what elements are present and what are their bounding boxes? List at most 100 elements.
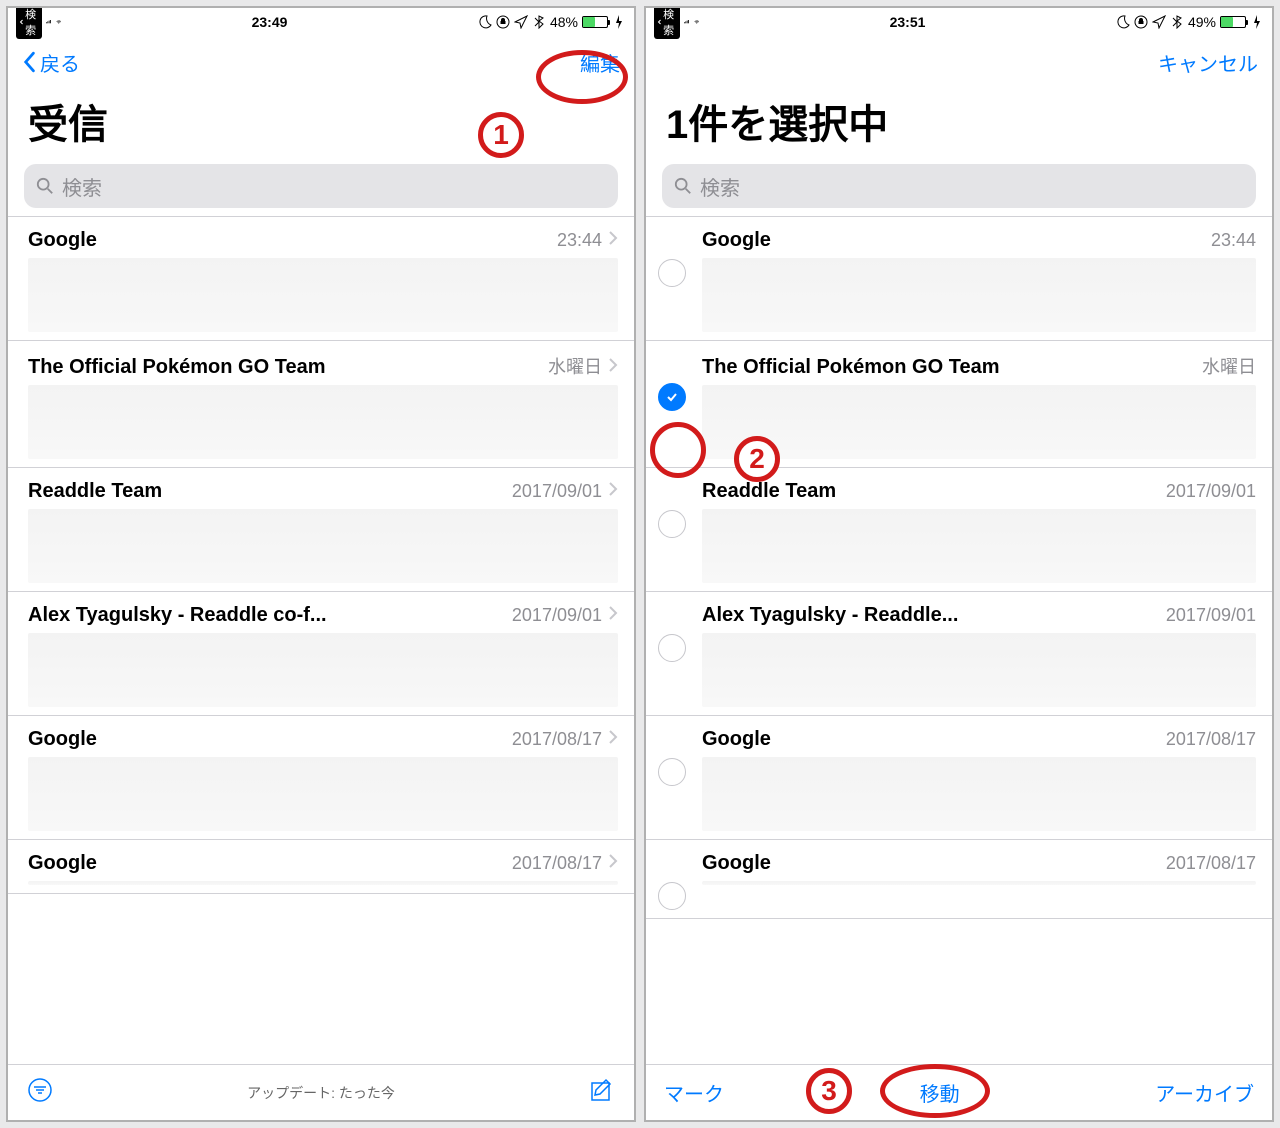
nav-bar: キャンセル <box>646 36 1272 88</box>
move-button[interactable]: 移動 <box>920 1078 960 1107</box>
mail-row[interactable]: Alex Tyagulsky - Readdle co-f... 2017/09/… <box>8 592 634 716</box>
mail-row[interactable]: Google23:44 <box>646 217 1272 341</box>
sender-name: Alex Tyagulsky - Readdle... <box>702 604 1158 627</box>
toolbar-edit: マーク 移動 アーカイブ <box>646 1064 1272 1120</box>
moon-icon <box>1116 15 1130 29</box>
lock-icon <box>1134 15 1148 29</box>
search-icon <box>674 177 692 195</box>
mail-preview <box>702 633 1256 707</box>
bluetooth-icon <box>1170 15 1184 29</box>
chevron-right-icon <box>608 357 618 378</box>
mail-date: 23:44 <box>557 230 602 251</box>
back-button[interactable]: 戻る <box>22 48 80 77</box>
mail-preview <box>28 509 618 583</box>
mail-preview <box>702 509 1256 583</box>
select-checkbox[interactable] <box>658 882 686 910</box>
phone-right: 検索 23:51 49% キャンセル 1件を選択中 検索 Google23:44… <box>644 6 1274 1122</box>
mail-preview <box>28 633 618 707</box>
mail-row[interactable]: Readdle Team 2017/09/01 <box>8 468 634 592</box>
mail-preview <box>28 757 618 831</box>
archive-button[interactable]: アーカイブ <box>1155 1078 1254 1107</box>
mail-preview <box>702 385 1256 459</box>
sender-name: Google <box>28 852 504 875</box>
select-checkbox[interactable] <box>658 758 686 786</box>
moon-icon <box>478 15 492 29</box>
battery-pct: 49% <box>1188 14 1216 30</box>
search-input[interactable]: 検索 <box>24 164 618 208</box>
select-checkbox[interactable] <box>658 259 686 287</box>
location-icon <box>1152 15 1166 29</box>
mail-list[interactable]: Google23:44The Official Pokémon GO Team水… <box>646 216 1272 1064</box>
battery-pct: 48% <box>550 14 578 30</box>
page-title: 1件を選択中 <box>646 88 1272 164</box>
compose-button[interactable] <box>588 1076 616 1109</box>
mail-row[interactable]: Google 23:44 <box>8 217 634 341</box>
mail-list[interactable]: Google 23:44 The Official Pokémon GO Team 水… <box>8 216 634 1064</box>
update-status: アップデート: たった今 <box>247 1083 395 1103</box>
mail-row[interactable]: The Official Pokémon GO Team 水曜日 <box>646 341 1272 468</box>
lock-icon <box>496 15 510 29</box>
chevron-right-icon <box>608 853 618 874</box>
mail-date: 2017/09/01 <box>512 481 602 502</box>
mail-date: 23:44 <box>1211 230 1256 251</box>
search-input[interactable]: 検索 <box>662 164 1256 208</box>
mail-row[interactable]: Readdle Team2017/09/01 <box>646 468 1272 592</box>
mail-row[interactable]: The Official Pokémon GO Team 水曜日 <box>8 341 634 468</box>
mail-preview <box>702 258 1256 332</box>
mail-date: 2017/08/17 <box>512 729 602 750</box>
battery-icon <box>1220 16 1246 28</box>
sender-name: Google <box>28 229 549 252</box>
clock: 23:49 <box>252 14 288 30</box>
chevron-right-icon <box>608 481 618 502</box>
mail-row[interactable]: Google 2017/08/17 <box>8 716 634 840</box>
sender-name: Readdle Team <box>28 480 504 503</box>
sender-name: Readdle Team <box>702 480 1158 503</box>
edit-button[interactable]: 編集 <box>580 48 620 77</box>
battery-icon <box>582 16 608 28</box>
mail-row[interactable]: Google 2017/08/17 <box>646 716 1272 840</box>
mark-button[interactable]: マーク <box>664 1078 724 1107</box>
sender-name: The Official Pokémon GO Team <box>28 356 540 379</box>
charging-icon <box>1250 15 1264 29</box>
page-title: 受信 <box>8 88 634 164</box>
mail-date: 水曜日 <box>548 353 602 379</box>
mail-row[interactable]: Google 2017/08/17 <box>646 840 1272 919</box>
bluetooth-icon <box>532 15 546 29</box>
mail-preview <box>28 385 618 459</box>
location-icon <box>514 15 528 29</box>
mail-row[interactable]: Alex Tyagulsky - Readdle...2017/09/01 <box>646 592 1272 716</box>
status-bar: 検索 23:51 49% <box>646 8 1272 36</box>
sender-name: Google <box>28 728 504 751</box>
sender-name: Google <box>702 728 1158 751</box>
mail-preview <box>28 258 618 332</box>
nav-bar: 戻る 編集 <box>8 36 634 88</box>
status-bar: 検索 23:49 48% <box>8 8 634 36</box>
sender-name: The Official Pokémon GO Team <box>702 356 1194 379</box>
mail-date: 水曜日 <box>1202 353 1256 379</box>
select-checkbox[interactable] <box>658 634 686 662</box>
sender-name: Google <box>702 852 1158 875</box>
search-placeholder: 検索 <box>700 172 740 201</box>
wifi-icon <box>56 20 62 24</box>
mail-preview <box>702 881 1256 885</box>
search-icon <box>36 177 54 195</box>
chevron-right-icon <box>608 230 618 251</box>
mail-row[interactable]: Google 2017/08/17 <box>8 840 634 894</box>
mail-date: 2017/08/17 <box>512 853 602 874</box>
charging-icon <box>612 15 626 29</box>
signal-icon <box>684 20 690 23</box>
mail-date: 2017/09/01 <box>512 605 602 626</box>
mail-preview <box>702 757 1256 831</box>
signal-icon <box>46 20 52 23</box>
select-checkbox[interactable] <box>658 510 686 538</box>
back-app-badge[interactable]: 検索 <box>16 6 42 39</box>
cancel-button[interactable]: キャンセル <box>1158 48 1258 77</box>
filter-button[interactable] <box>26 1076 54 1109</box>
sender-name: Alex Tyagulsky - Readdle co-f... <box>28 604 504 627</box>
select-checkbox[interactable] <box>658 383 686 411</box>
back-app-badge[interactable]: 検索 <box>654 6 680 39</box>
mail-date: 2017/08/17 <box>1166 853 1256 874</box>
chevron-right-icon <box>608 605 618 626</box>
wifi-icon <box>694 20 700 24</box>
mail-date: 2017/08/17 <box>1166 729 1256 750</box>
